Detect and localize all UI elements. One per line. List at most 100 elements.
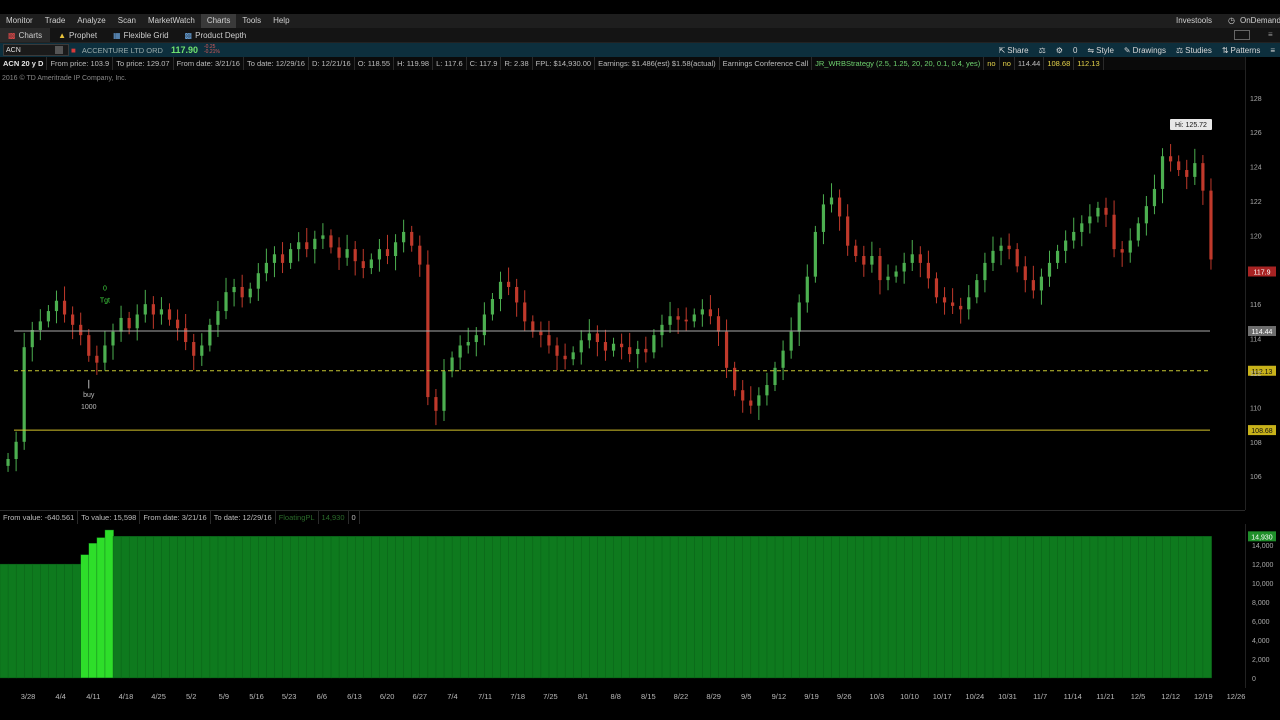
pl-bar	[968, 536, 978, 679]
pl-bar	[621, 536, 631, 679]
tab-charts[interactable]: ▩ Charts	[0, 28, 51, 42]
candle-body	[434, 397, 438, 411]
candle-body	[1160, 156, 1165, 189]
zero-button[interactable]: 0	[1068, 46, 1082, 55]
price-tick-label: 112	[1250, 371, 1261, 378]
patterns-button[interactable]: ⇅ Patterns	[1217, 46, 1266, 55]
candle-body	[991, 250, 995, 263]
candle-body	[79, 324, 83, 336]
tab-prophet[interactable]: ▲ Prophet	[50, 28, 105, 42]
candle-body	[482, 314, 486, 336]
pl-bar	[839, 536, 849, 679]
chart-icon: ▩	[8, 30, 16, 40]
menu-tools[interactable]: Tools	[236, 14, 267, 28]
time-tick-label: 5/16	[249, 692, 264, 701]
menu-analyze[interactable]: Analyze	[71, 14, 111, 28]
tab-flexible-grid[interactable]: ▦ Flexible Grid	[105, 28, 176, 42]
window-mode-icon[interactable]	[1234, 30, 1250, 40]
ondemand-icon[interactable]: ◷	[1228, 14, 1235, 28]
flask-button[interactable]: ⚖	[1034, 46, 1051, 55]
candle-body	[1023, 266, 1027, 281]
settings-button[interactable]: ⚙	[1051, 46, 1068, 55]
pl-bar	[928, 536, 938, 679]
studies-button[interactable]: ⚖ Studies	[1171, 46, 1217, 55]
menu-charts[interactable]: Charts	[200, 14, 237, 28]
pl-bar	[944, 536, 954, 679]
drawings-button[interactable]: ✎ Drawings	[1119, 46, 1171, 55]
style-label: Style	[1096, 45, 1114, 55]
menu-help[interactable]: Help	[267, 14, 295, 28]
tab-product-depth[interactable]: ▩ Product Depth	[177, 28, 255, 42]
pl-bar	[645, 536, 655, 679]
patterns-label: Patterns	[1230, 45, 1261, 55]
style-icon: ⇋	[1087, 45, 1095, 55]
pl-bar	[904, 536, 914, 679]
candle-body	[983, 262, 987, 281]
floating-pl-label[interactable]: FloatingPL	[276, 511, 319, 524]
time-tick-label: 6/6	[317, 692, 327, 701]
menu-marketwatch[interactable]: MarketWatch	[142, 14, 201, 28]
symbol-dropdown-icon[interactable]	[55, 46, 63, 54]
alert-icon[interactable]: ■	[71, 46, 76, 55]
pl-bar	[823, 536, 833, 679]
candle-body	[1152, 188, 1157, 207]
pl-bar	[169, 536, 179, 679]
pencil-icon: ✎	[1123, 45, 1131, 55]
strategy-label[interactable]: JR_WRBStrategy (2.5, 1.25, 20, 20, 0.1, …	[812, 57, 985, 70]
pl-bar	[72, 563, 82, 679]
floating-pl-chart[interactable]: 0 2,000 4,000 6,000 8,000 10,000 12,000 14,000 1…	[0, 524, 1280, 688]
share-button[interactable]: ⇱ Share	[994, 46, 1034, 55]
chart-info-bar: ACN 20 y D From price: 103.9 To price: 1…	[0, 57, 1280, 70]
candle-body	[781, 350, 785, 368]
pl-bar	[677, 536, 688, 679]
pl-bar	[1105, 536, 1115, 679]
pl-bar	[847, 536, 857, 679]
pl-bar	[371, 536, 381, 679]
pl-bar	[920, 536, 930, 679]
pl-bar	[702, 536, 712, 679]
pl-bar	[468, 536, 478, 679]
pl-bar	[419, 536, 429, 679]
menu-trade[interactable]: Trade	[39, 14, 72, 28]
candle-body	[46, 311, 51, 322]
candle-body	[854, 245, 858, 257]
pl-bar	[1154, 536, 1164, 679]
time-tick-label: 7/4	[447, 692, 457, 701]
candle-body	[563, 355, 567, 360]
ondemand-link[interactable]: OnDemand	[1240, 14, 1280, 28]
pl-bar	[258, 536, 268, 679]
bar-close: C: 117.9	[467, 57, 502, 70]
candle-body	[1055, 250, 1060, 263]
pl-bar	[266, 536, 276, 679]
price-tick-label: 114	[1250, 337, 1261, 344]
candle-body	[749, 400, 753, 406]
investools-link[interactable]: Investools	[1176, 14, 1212, 28]
menu-scan[interactable]: Scan	[112, 14, 142, 28]
pl-bar	[960, 536, 970, 679]
pl-bar	[80, 554, 90, 679]
tab-menu-icon[interactable]: ≡	[1268, 28, 1273, 42]
time-tick-label: 11/7	[1033, 692, 1047, 701]
candle-body	[951, 302, 955, 306]
price-chart[interactable]: 114.44112.13108.681061081101121141161181…	[0, 72, 1280, 508]
time-tick-label: 9/12	[772, 692, 787, 701]
pl-bar	[1025, 536, 1035, 679]
pl-bar	[145, 536, 155, 679]
pl-bar	[476, 536, 486, 679]
style-button[interactable]: ⇋ Style	[1082, 46, 1119, 55]
candle-body	[14, 441, 18, 459]
pl-bar	[1130, 536, 1140, 679]
pl-bar	[459, 536, 470, 679]
pl-bar	[694, 536, 704, 679]
candle-body	[289, 249, 293, 263]
menu-monitor[interactable]: Monitor	[0, 14, 39, 28]
candle-body	[926, 262, 930, 279]
candle-body	[805, 276, 809, 303]
pl-tick-label: 12,000	[1252, 562, 1274, 569]
candle-body	[361, 261, 365, 269]
time-axis: 3/28 4/4 4/11 4/18 4/25 5/2 5/9 5/16 5/23 6/6 6/13…	[21, 692, 1246, 701]
toolbar-menu-icon[interactable]: ≡	[1265, 46, 1280, 55]
level-value-2: 108.68	[1044, 57, 1075, 70]
time-tick-label: 6/13	[347, 692, 362, 701]
pl-bar	[451, 536, 461, 679]
